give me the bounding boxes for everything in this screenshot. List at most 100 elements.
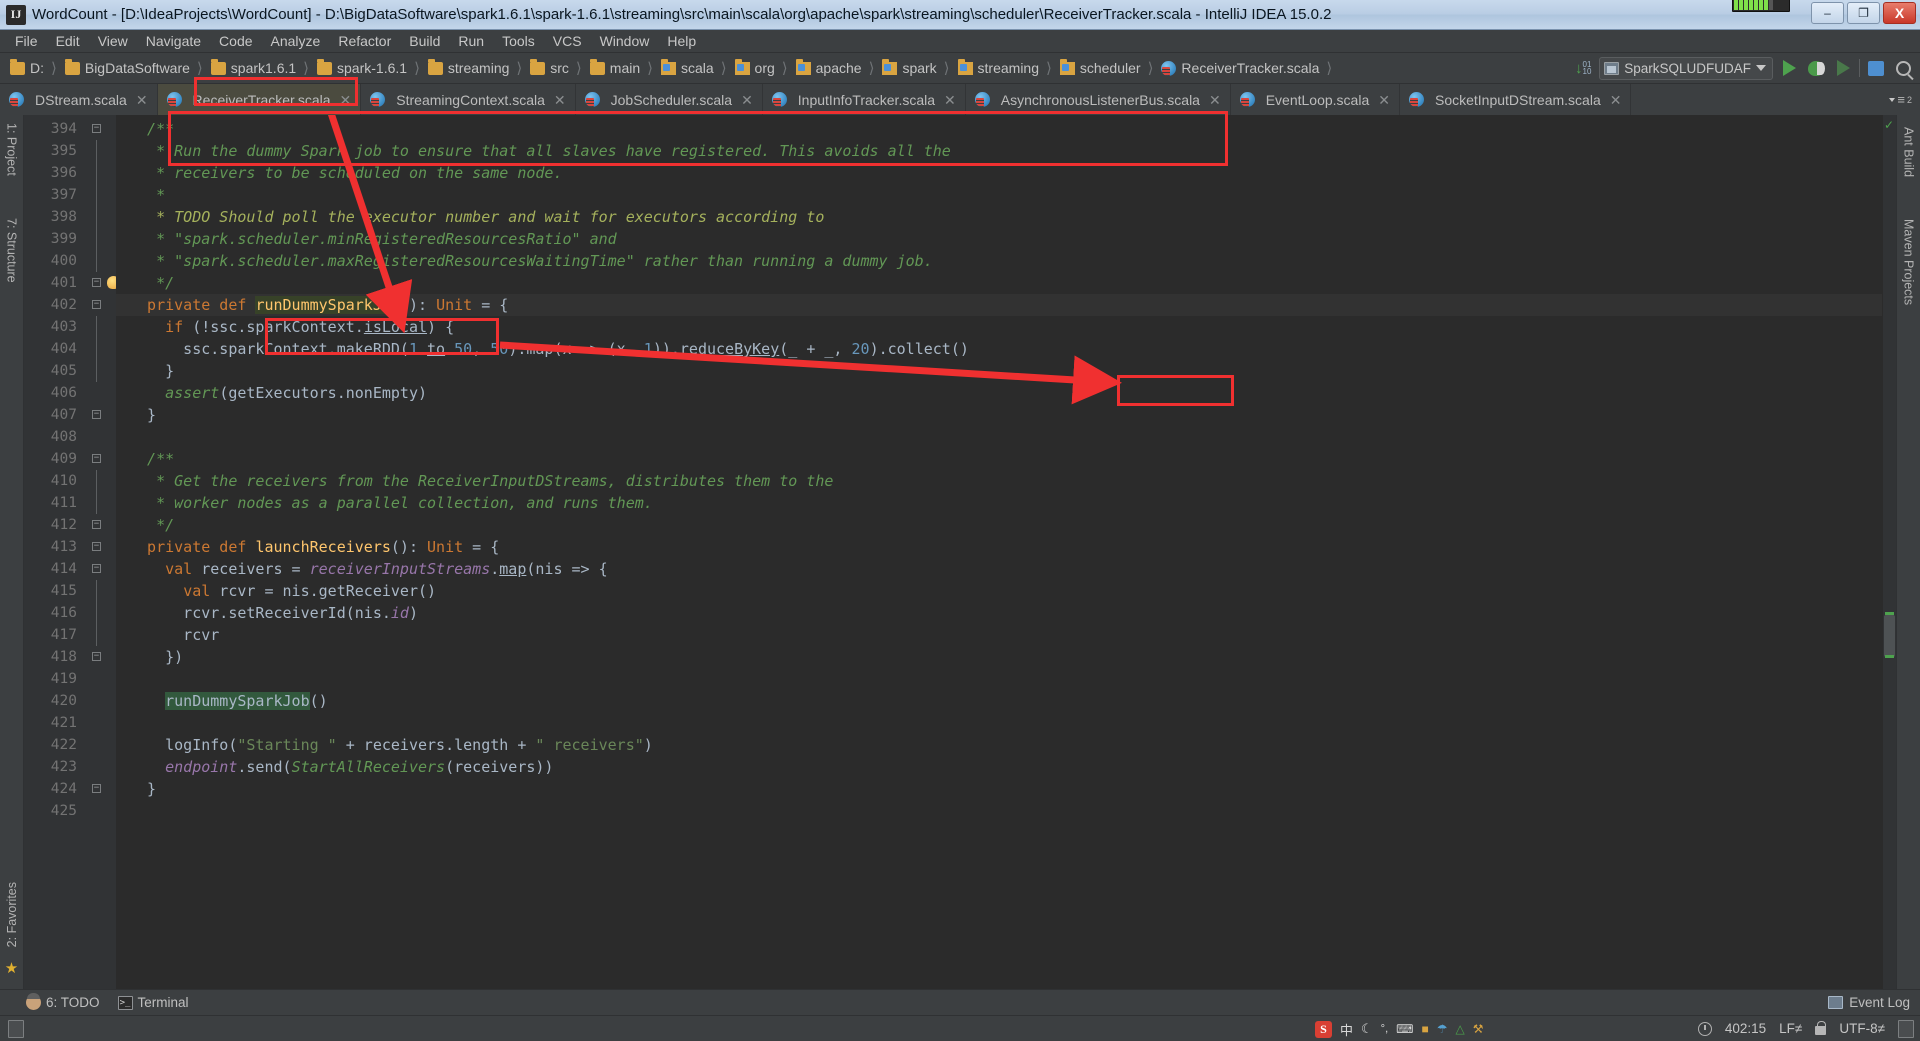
code-line[interactable]: * "spark.scheduler.maxRegisteredResource… [116,250,1882,272]
breadcrumb-item-main[interactable]: main ⟩ [586,53,657,83]
ime-toolbar[interactable]: S 中 ☾ °, ⌨ ■ ☂ △ ⚒ [1315,1016,1483,1041]
code-line[interactable]: runDummySparkJob() [116,690,1882,712]
menu-item-window[interactable]: Window [591,31,659,51]
code-line[interactable]: rcvr [116,624,1882,646]
gutter-line-number[interactable]: 425 [24,800,116,822]
code-line[interactable]: rcvr.setReceiverId(nis.id) [116,602,1882,624]
editor-tab-inputinfotracker[interactable]: InputInfoTracker.scala ✕ [763,84,966,115]
chevron-down-icon[interactable] [1756,65,1766,71]
gutter-line-number[interactable]: 419 [24,668,116,690]
fold-collapse-icon[interactable]: − [92,784,101,793]
line-separator[interactable]: LF≠ [1779,1021,1802,1036]
keyboard-icon[interactable]: ⌨ [1396,1022,1413,1036]
close-icon[interactable]: ✕ [944,93,956,107]
code-line[interactable] [116,426,1882,448]
gutter-line-number[interactable]: 395 [24,140,116,162]
breadcrumb-item-scheduler[interactable]: scheduler ⟩ [1056,53,1158,83]
editor-gutter[interactable]: 394−395 396 397 398 399 400 401−402−403 404 405 4… [24,115,120,989]
scrollbar-thumb[interactable] [1884,615,1895,657]
menu-item-file[interactable]: File [6,31,47,51]
gutter-line-number[interactable]: 422 [24,734,116,756]
code-line[interactable]: */ [116,514,1882,536]
gutter-line-number[interactable]: 398 [24,206,116,228]
code-line[interactable]: val receivers = receiverInputStreams.map… [116,558,1882,580]
code-line[interactable] [116,800,1882,822]
sidebar-item-favorites[interactable]: 2: Favorites [5,874,19,955]
gutter-line-number[interactable]: 399 [24,228,116,250]
breadcrumb-item-streaming[interactable]: streaming ⟩ [424,53,526,83]
code-line[interactable]: * TODO Should poll the executor number a… [116,206,1882,228]
lock-icon[interactable] [1815,1020,1827,1035]
hector-icon[interactable] [1898,1019,1914,1038]
menu-item-vcs[interactable]: VCS [544,31,591,51]
code-line[interactable]: * receivers to be scheduled on the same … [116,162,1882,184]
menu-item-run[interactable]: Run [449,31,493,51]
moon-icon[interactable]: ☾ [1361,1021,1373,1037]
fold-collapse-icon[interactable]: − [92,564,101,573]
gutter-line-number[interactable]: 402− [24,294,116,316]
toolbox-icon[interactable]: ■ [1421,1022,1428,1036]
code-line[interactable]: if (!ssc.sparkContext.isLocal) { [116,316,1882,338]
editor-tab-receivertracker[interactable]: ReceiverTracker.scala ✕ [157,84,362,115]
code-line[interactable]: }) [116,646,1882,668]
close-icon[interactable]: ✕ [1610,93,1622,107]
tool-window-todo[interactable]: 6: TODO [26,993,100,1010]
debug-button[interactable] [1805,57,1827,79]
fold-collapse-icon[interactable]: − [92,454,101,463]
gutter-line-number[interactable]: 397 [24,184,116,206]
gutter-line-number[interactable]: 406 [24,382,116,404]
sidebar-item-ant-build[interactable]: Ant Build [1902,119,1916,185]
fold-collapse-icon[interactable]: − [92,300,101,309]
gutter-line-number[interactable]: 424− [24,778,116,800]
close-icon[interactable]: ✕ [1209,93,1221,107]
gutter-line-number[interactable]: 420 [24,690,116,712]
editor-tab-eventloop[interactable]: EventLoop.scala ✕ [1231,84,1400,115]
code-line[interactable]: * worker nodes as a parallel collection,… [116,492,1882,514]
breadcrumb-item-scala[interactable]: scala ⟩ [657,53,731,83]
minimize-button[interactable]: – [1811,2,1844,24]
editor-marker-scrollbar[interactable]: ✓ [1882,115,1896,989]
code-line[interactable]: * "spark.scheduler.minRegisteredResource… [116,228,1882,250]
close-icon[interactable]: ✕ [136,93,148,107]
ime-mode-label[interactable]: 中 [1340,1020,1353,1039]
run-configuration-selector[interactable]: SparkSQLUDFUDAF [1599,56,1773,80]
caret-position[interactable]: 402:15 [1725,1021,1766,1036]
gutter-line-number[interactable]: 411 [24,492,116,514]
gutter-line-number[interactable]: 417 [24,624,116,646]
gutter-line-number[interactable]: 416 [24,602,116,624]
run-with-coverage-button[interactable] [1832,57,1854,79]
gutter-line-number[interactable]: 405 [24,360,116,382]
fold-expand-icon[interactable]: − [92,520,101,529]
fold-collapse-icon[interactable]: − [92,124,101,133]
breadcrumb-item-bigdatasoftware[interactable]: BigDataSoftware ⟩ [61,53,207,83]
breadcrumb-item-spark[interactable]: spark ⟩ [878,53,953,83]
menu-item-build[interactable]: Build [400,31,449,51]
close-icon[interactable]: ✕ [1378,93,1390,107]
menu-item-refactor[interactable]: Refactor [329,31,400,51]
breadcrumb-item-spark-1-6-1[interactable]: spark-1.6.1 ⟩ [313,53,424,83]
code-line[interactable]: /** [116,118,1882,140]
menu-item-code[interactable]: Code [210,31,261,51]
gutter-line-number[interactable]: 413− [24,536,116,558]
close-icon[interactable]: ✕ [554,93,566,107]
memory-indicator[interactable] [8,1019,24,1038]
fold-collapse-icon[interactable]: − [92,542,101,551]
code-line[interactable]: } [116,778,1882,800]
gutter-line-number[interactable]: 400 [24,250,116,272]
code-line[interactable]: /** [116,448,1882,470]
gutter-line-number[interactable]: 403 [24,316,116,338]
code-line[interactable]: assert(getExecutors.nonEmpty) [116,382,1882,404]
menu-item-analyze[interactable]: Analyze [262,31,330,51]
breadcrumb-item-streaming[interactable]: streaming ⟩ [954,53,1056,83]
code-line[interactable] [116,712,1882,734]
gutter-line-number[interactable]: 415 [24,580,116,602]
breadcrumb-item-apache[interactable]: apache ⟩ [792,53,879,83]
code-line[interactable]: private def runDummySparkJob(): Unit = { [116,294,1882,316]
code-line[interactable]: logInfo("Starting " + receivers.length +… [116,734,1882,756]
menu-item-view[interactable]: View [89,31,137,51]
code-line[interactable]: private def launchReceivers(): Unit = { [116,536,1882,558]
sidebar-item-project[interactable]: 1: Project [5,115,19,184]
gutter-line-number[interactable]: 408 [24,426,116,448]
file-encoding[interactable]: UTF-8≠ [1839,1021,1885,1036]
editor-tab-jobscheduler[interactable]: JobScheduler.scala ✕ [576,84,763,115]
